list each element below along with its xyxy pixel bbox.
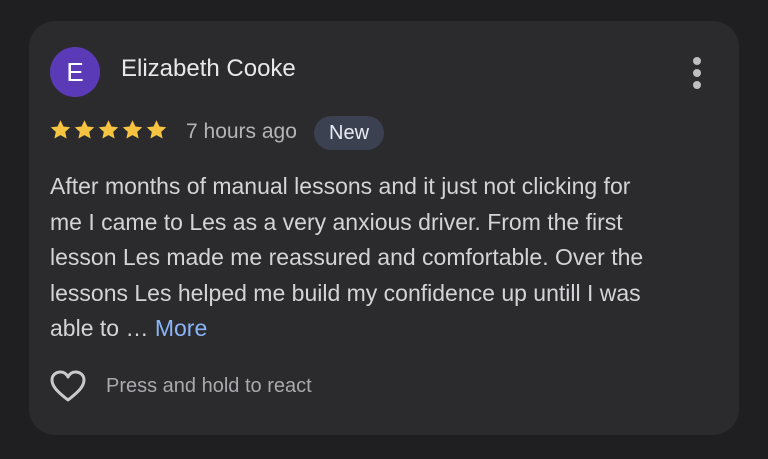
review-text-line: me I came to Les as a very anxious drive… <box>50 208 623 235</box>
star-icon <box>122 120 143 139</box>
heart-outline-icon[interactable] <box>49 369 87 403</box>
review-text: After months of manual lessons and it ju… <box>50 169 722 347</box>
review-text-line: able to … <box>50 315 155 341</box>
react-row[interactable]: Press and hold to react <box>49 368 312 404</box>
review-text-line: lesson Les made me reassured and comfort… <box>50 244 644 270</box>
more-link[interactable]: More <box>155 315 207 341</box>
star-icon <box>146 120 167 139</box>
new-badge: New <box>314 116 385 150</box>
star-icon <box>98 120 119 139</box>
review-text-line: lessons Les helped me build my confidenc… <box>50 279 641 306</box>
review-text-line: After months of manual lessons and it ju… <box>50 173 631 199</box>
review-card: E Elizabeth Cooke 7 hours ago New After … <box>29 21 739 435</box>
reviewer-name[interactable]: Elizabeth Cooke <box>121 55 296 83</box>
star-icon <box>50 120 71 139</box>
star-rating <box>49 118 168 142</box>
review-time: 7 hours ago <box>186 120 297 143</box>
review-text-line-last: able to … More <box>50 311 722 347</box>
star-icon <box>74 120 95 139</box>
more-vert-icon[interactable] <box>687 55 709 91</box>
reviewer-avatar[interactable]: E <box>50 47 100 97</box>
react-label: Press and hold to react <box>106 374 312 397</box>
